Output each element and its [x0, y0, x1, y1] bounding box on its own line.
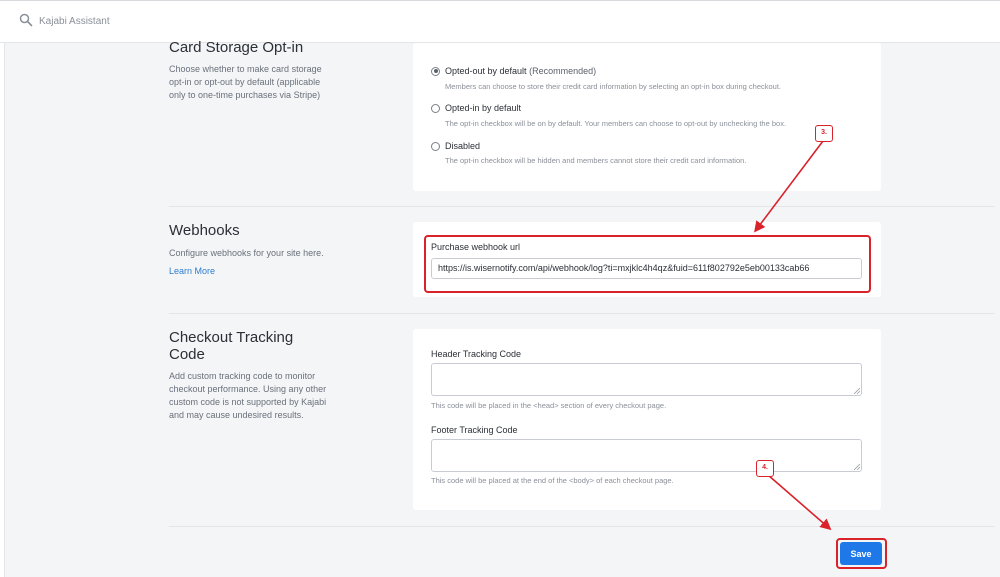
purchase-webhook-label: Purchase webhook url — [431, 242, 521, 252]
radio-help-disabled: The opt-in checkbox will be hidden and m… — [445, 156, 747, 165]
checkout-tracking-title-line1: Checkout Tracking — [169, 329, 294, 346]
section-divider — [169, 313, 994, 314]
header-tracking-label: Header Tracking Code — [431, 349, 522, 359]
left-sidebar-edge — [0, 43, 5, 577]
section-divider — [169, 526, 994, 527]
resize-grip-icon[interactable] — [854, 464, 860, 470]
card-storage-description: Choose whether to make card storage opt-… — [169, 64, 322, 100]
search-icon[interactable] — [19, 13, 33, 27]
radio-option-disabled[interactable]: Disabled — [431, 141, 480, 151]
resize-grip-icon[interactable] — [854, 388, 860, 394]
card-storage-title: Card Storage Opt-in — [169, 39, 304, 56]
radio-button-checked[interactable] — [431, 66, 440, 76]
save-button[interactable]: Save — [840, 542, 882, 565]
radio-option-opted-in[interactable]: Opted-in by default — [431, 103, 521, 113]
recommended-tag: (Recommended) — [529, 66, 597, 76]
radio-button[interactable] — [431, 103, 440, 113]
assistant-search-label[interactable]: Kajabi Assistant — [39, 16, 110, 27]
checkout-tracking-description: Add custom tracking code to monitor chec… — [169, 371, 327, 420]
radio-label-disabled: Disabled — [445, 141, 481, 151]
radio-button[interactable] — [431, 141, 440, 151]
radio-help-opted-in: The opt-in checkbox will be on by defaul… — [445, 119, 787, 128]
step-3-badge: 3. — [815, 125, 833, 142]
header-tracking-help: This code will be placed in the <head> s… — [431, 401, 667, 410]
radio-help-opted-out: Members can choose to store their credit… — [445, 82, 782, 91]
radio-label-opted-out: Opted-out by default — [445, 66, 527, 76]
section-divider — [169, 206, 994, 207]
purchase-webhook-input[interactable]: https://is.wisernotify.com/api/webhook/l… — [431, 258, 862, 279]
radio-option-opted-out[interactable]: Opted-out by default (Recommended) — [431, 66, 596, 76]
step-4-badge: 4. — [756, 460, 774, 477]
learn-more-link[interactable]: Learn More — [169, 266, 215, 276]
radio-label-opted-in: Opted-in by default — [445, 103, 522, 113]
footer-tracking-help: This code will be placed at the end of t… — [431, 476, 674, 485]
footer-tracking-label: Footer Tracking Code — [431, 425, 518, 435]
webhooks-title: Webhooks — [169, 222, 240, 239]
checkout-tracking-title-line2: Code — [169, 346, 205, 363]
footer-tracking-textarea[interactable] — [431, 439, 862, 472]
webhooks-description: Configure webhooks for your site here. — [169, 248, 324, 258]
top-bar: Kajabi Assistant — [0, 0, 1000, 43]
header-tracking-textarea[interactable] — [431, 363, 862, 396]
